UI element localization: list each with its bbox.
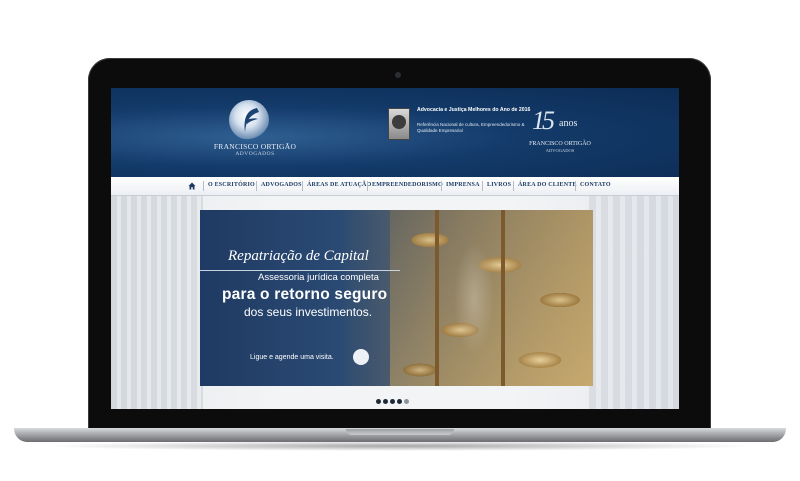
nav-divider	[575, 181, 576, 191]
nav-item-empreendedorismo[interactable]: EMPREENDEDORISMO	[372, 182, 443, 188]
nav-item-livros[interactable]: LIVROS	[487, 182, 511, 188]
award-title: Advocacia e Justiça Melhores do Ano de 2…	[417, 107, 531, 113]
home-icon[interactable]	[188, 182, 196, 190]
city-background-right	[589, 196, 679, 409]
laptop-shadow	[40, 441, 760, 451]
screen: FRANCISCO ORTIGÃO ADVOGADOS Advocacia e …	[111, 88, 679, 409]
banner-title: Repatriação de Capital	[228, 248, 369, 264]
banner-headline: para o retorno seguro	[222, 286, 388, 303]
nav-item-imprensa[interactable]: IMPRENSA	[446, 182, 480, 188]
nav-divider	[203, 181, 204, 191]
brand-sub: ADVOGADOS	[235, 151, 275, 157]
slider-dot[interactable]	[383, 399, 388, 404]
slider-dot[interactable]	[397, 399, 402, 404]
nav-divider	[513, 181, 514, 191]
city-background-left	[111, 196, 203, 409]
nav-divider	[256, 181, 257, 191]
slider-dot[interactable]	[390, 399, 395, 404]
award-description: Referência Nacional de cultura, Empreend…	[417, 122, 525, 133]
slider-dot[interactable]	[404, 399, 409, 404]
main-nav: O ESCRITÓRIO ADVOGADOS ÁREAS DE ATUAÇÃO …	[111, 177, 679, 196]
banner-headline-2: dos seus investimentos.	[244, 305, 373, 319]
anniversary-brand: FRANCISCO ORTIGÃO	[529, 141, 591, 147]
nav-divider	[482, 181, 483, 191]
nav-divider	[302, 181, 303, 191]
nav-item-escritorio[interactable]: O ESCRITÓRIO	[208, 182, 255, 188]
banner-subtitle: Assessoria jurídica completa	[258, 272, 379, 283]
brand-swoosh-icon	[244, 108, 259, 132]
laptop-notch	[346, 429, 454, 435]
award-badge	[388, 108, 410, 140]
nav-item-area-do-cliente[interactable]: ÁREA DO CLIENTE	[518, 182, 577, 188]
webcam-icon	[395, 72, 401, 78]
anniversary-label: anos	[559, 118, 578, 129]
banner-logo-icon	[353, 349, 369, 365]
hourglass-image	[435, 210, 505, 386]
nav-item-areas-de-atuacao[interactable]: ÁREAS DE ATUAÇÃO	[307, 182, 371, 188]
nav-item-contato[interactable]: CONTATO	[580, 182, 611, 188]
slider-dot[interactable]	[376, 399, 381, 404]
banner-divider	[200, 270, 400, 271]
banner-cta[interactable]: Ligue e agende uma visita.	[250, 354, 334, 361]
nav-divider	[441, 181, 442, 191]
site-header: FRANCISCO ORTIGÃO ADVOGADOS Advocacia e …	[111, 88, 679, 177]
brand-name: FRANCISCO ORTIGÃO	[213, 142, 297, 151]
nav-item-advogados[interactable]: ADVOGADOS	[261, 182, 302, 188]
nav-divider	[367, 181, 368, 191]
anniversary-number: 15	[532, 106, 555, 135]
slider-dots	[376, 391, 411, 404]
anniversary-sub: ADVOGADOS	[545, 148, 575, 153]
hero-banner[interactable]: Repatriação de Capital Assessoria jurídi…	[200, 210, 593, 386]
